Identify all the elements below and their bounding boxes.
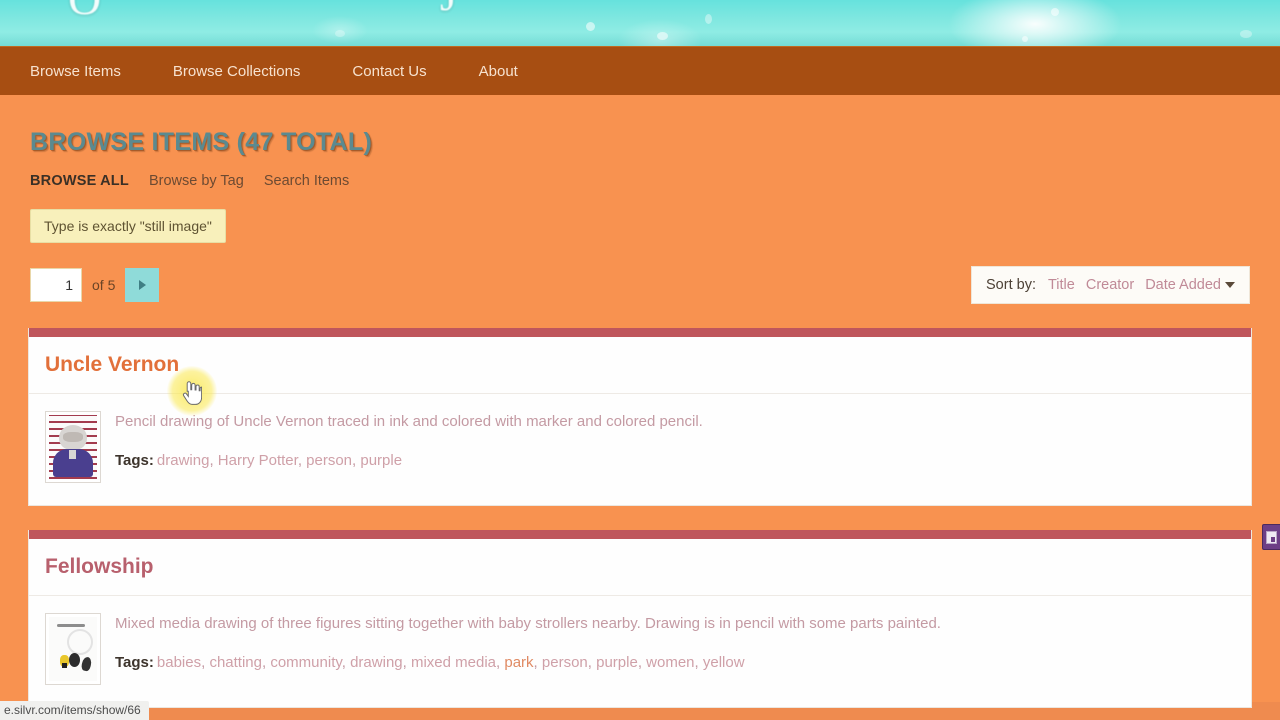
sort-option-creator[interactable]: Creator — [1086, 277, 1134, 293]
item-tags: Tags: babies, chatting, community, drawin… — [115, 654, 745, 672]
browser-status-bar: e.silvr.com/items/show/66 — [0, 701, 149, 720]
item-title-row: Fellowship — [29, 539, 1251, 596]
main-navigation: Browse Items Browse Collections Contact … — [0, 46, 1280, 95]
tag-link[interactable]: Harry Potter — [218, 452, 298, 469]
thumbnail-uncle-vernon[interactable] — [45, 411, 101, 483]
sort-option-title[interactable]: Title — [1048, 277, 1075, 293]
item-title-row: Uncle Vernon — [29, 337, 1251, 394]
active-filters: Type is exactly "still image" — [0, 189, 1280, 243]
tags-label: Tags: — [115, 452, 154, 470]
tag-link[interactable]: drawing — [350, 654, 403, 671]
thumbnail-image — [49, 415, 97, 479]
item-description: Mixed media drawing of three figures sit… — [115, 615, 941, 632]
thumbnail-fellowship[interactable] — [45, 613, 101, 685]
tag-link[interactable]: park — [504, 654, 533, 671]
card-top-accent-bar — [29, 530, 1251, 539]
banner-bokeh-dot — [705, 14, 712, 24]
tag-link[interactable]: purple — [360, 452, 402, 469]
item-card: Fellowship Mixed media drawing of three … — [28, 530, 1252, 708]
thumb-sketch-wash — [67, 629, 93, 655]
page-title: Browse Items (47 Total) — [30, 128, 373, 156]
item-body: Pencil drawing of Uncle Vernon traced in… — [29, 394, 1251, 505]
banner-bokeh-dot — [657, 32, 668, 40]
filter-chip-type[interactable]: Type is exactly "still image" — [30, 209, 226, 243]
window-icon — [1266, 530, 1277, 544]
tag-link[interactable]: women — [646, 654, 694, 671]
tag-link[interactable]: drawing — [157, 452, 210, 469]
banner-bokeh-dot — [1051, 8, 1059, 16]
tag-link[interactable]: purple — [596, 654, 638, 671]
banner-logo-glyph-o: O — [68, 0, 101, 25]
subnav-browse-all[interactable]: BROWSE ALL — [30, 173, 129, 189]
item-card: Uncle Vernon Pencil drawing of Uncle Ver… — [28, 328, 1252, 506]
thumb-figure-collar — [69, 450, 76, 459]
tag-link[interactable]: person — [306, 452, 352, 469]
card-top-accent-bar — [29, 328, 1251, 337]
nav-contact-us[interactable]: Contact Us — [352, 57, 426, 86]
browse-subnav: BROWSE ALL Browse by Tag Search Items — [0, 157, 1280, 189]
item-text: Mixed media drawing of three figures sit… — [115, 613, 1235, 685]
tag-link[interactable]: chatting — [209, 654, 262, 671]
item-tags: Tags: drawing, Harry Potter, person, purp… — [115, 452, 403, 470]
pagination-total-label: of 5 — [92, 277, 116, 293]
triangle-right-icon — [138, 280, 146, 290]
page-number-input[interactable] — [30, 268, 82, 302]
thumb-sketch-line — [57, 624, 85, 627]
sort-by-label: Sort by: — [986, 277, 1036, 293]
nav-about[interactable]: About — [479, 57, 518, 86]
next-page-button[interactable] — [125, 268, 160, 302]
banner-bokeh-dot — [1022, 36, 1028, 42]
nav-browse-collections[interactable]: Browse Collections — [173, 57, 301, 86]
browse-controls: of 5 Sort by: Title Creator Date Added — [0, 266, 1280, 310]
banner-bokeh-dot — [1240, 30, 1252, 38]
tags-label: Tags: — [115, 654, 154, 672]
main-content: Browse Items (47 Total) BROWSE ALL Brows… — [0, 95, 1280, 720]
sort-bar: Sort by: Title Creator Date Added — [971, 266, 1250, 304]
pagination: of 5 — [30, 268, 160, 302]
item-description: Pencil drawing of Uncle Vernon traced in… — [115, 413, 703, 430]
subnav-browse-by-tag[interactable]: Browse by Tag — [149, 173, 244, 189]
banner-logo-glyph-j: J — [440, 0, 457, 21]
caret-down-icon[interactable] — [1225, 282, 1235, 288]
tag-link[interactable]: babies — [157, 654, 201, 671]
thumb-figure-face — [63, 432, 83, 442]
browser-edge-widget[interactable] — [1262, 524, 1280, 550]
thumb-dark-accent — [62, 663, 67, 668]
item-title-link[interactable]: Uncle Vernon — [45, 353, 179, 376]
banner-bokeh-dot — [586, 22, 595, 31]
site-banner: O J — [0, 0, 1280, 46]
sort-option-date-added[interactable]: Date Added — [1145, 277, 1221, 293]
item-text: Pencil drawing of Uncle Vernon traced in… — [115, 411, 1235, 483]
banner-bokeh-dot — [335, 30, 345, 37]
items-list: Uncle Vernon Pencil drawing of Uncle Ver… — [0, 328, 1280, 708]
nav-browse-items[interactable]: Browse Items — [30, 57, 121, 86]
item-title-link[interactable]: Fellowship — [45, 555, 154, 578]
thumbnail-image — [49, 617, 97, 681]
tag-link[interactable]: community — [270, 654, 341, 671]
thumb-dark-figure — [69, 653, 80, 667]
tag-link[interactable]: mixed media — [411, 654, 496, 671]
subnav-search-items[interactable]: Search Items — [264, 173, 349, 189]
tag-link[interactable]: yellow — [703, 654, 745, 671]
item-body: Mixed media drawing of three figures sit… — [29, 596, 1251, 707]
tag-link[interactable]: person — [542, 654, 588, 671]
